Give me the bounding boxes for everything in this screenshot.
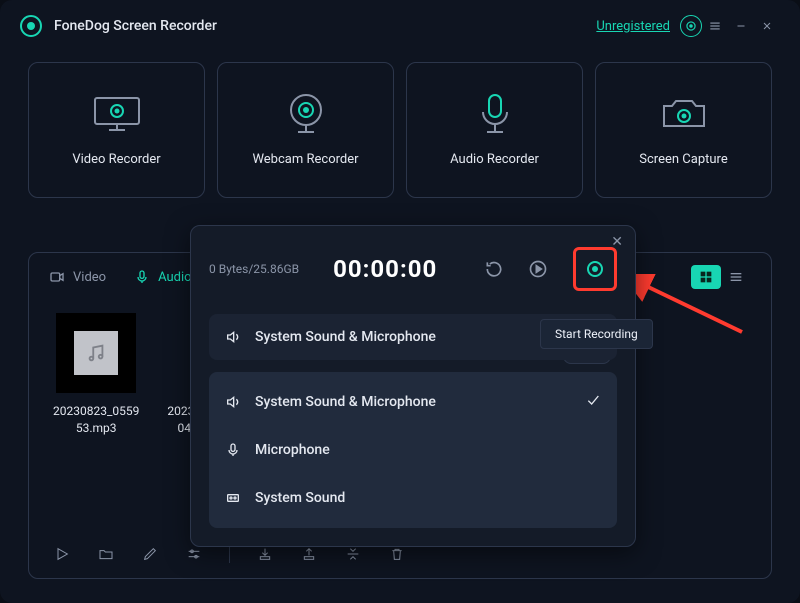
delete-button[interactable] xyxy=(388,545,406,563)
microphone-icon xyxy=(467,94,523,134)
play-circle-icon xyxy=(528,259,548,279)
option-label: System Sound & Microphone xyxy=(255,394,436,410)
recorder-cards: Video Recorder Webcam Recorder xyxy=(0,52,800,198)
tab-label: Video xyxy=(73,270,106,285)
app-window: FoneDog Screen Recorder Unregistered xyxy=(0,0,800,603)
screen-capture-card[interactable]: Screen Capture xyxy=(595,62,772,198)
webcam-icon xyxy=(278,94,334,134)
play-button[interactable] xyxy=(53,545,71,563)
file-thumbnail xyxy=(56,313,136,393)
settings-button[interactable] xyxy=(680,15,702,37)
title-bar: FoneDog Screen Recorder Unregistered xyxy=(0,0,800,52)
export-button[interactable] xyxy=(300,545,318,563)
option-label: Microphone xyxy=(255,442,330,458)
minimize-button[interactable] xyxy=(728,13,754,39)
microphone-icon xyxy=(134,269,150,285)
speaker-icon xyxy=(225,394,241,410)
timer-display: 00:00:00 xyxy=(333,255,437,283)
undo-button[interactable] xyxy=(481,256,507,282)
app-title: FoneDog Screen Recorder xyxy=(54,18,217,34)
menu-button[interactable] xyxy=(702,13,728,39)
card-label: Screen Capture xyxy=(639,152,727,167)
audio-tab[interactable]: Audio xyxy=(134,269,191,285)
record-icon xyxy=(587,261,603,277)
check-icon xyxy=(585,392,601,412)
option-system-sound[interactable]: System Sound xyxy=(209,474,617,522)
storage-text: 0 Bytes/25.86GB xyxy=(209,262,299,276)
card-label: Webcam Recorder xyxy=(252,152,358,167)
file-item[interactable]: 20230823_0559 53.mp3 xyxy=(53,313,139,437)
video-icon xyxy=(49,269,65,285)
option-system-and-mic[interactable]: System Sound & Microphone xyxy=(209,378,617,426)
folder-button[interactable] xyxy=(97,545,115,563)
undo-icon xyxy=(484,259,504,279)
edit-button[interactable] xyxy=(141,545,159,563)
sound-card-icon xyxy=(225,490,241,506)
music-note-icon xyxy=(74,331,118,375)
separator xyxy=(229,545,230,563)
card-label: Audio Recorder xyxy=(450,152,539,167)
close-button[interactable] xyxy=(754,13,780,39)
monitor-icon xyxy=(89,94,145,134)
tab-label: Audio xyxy=(158,270,191,285)
popup-status-row: 0 Bytes/25.86GB 00:00:00 xyxy=(191,226,635,296)
import-button[interactable] xyxy=(256,545,274,563)
speaker-icon xyxy=(225,329,241,345)
unregistered-link[interactable]: Unregistered xyxy=(596,19,670,34)
camera-icon xyxy=(656,94,712,134)
audio-recorder-card[interactable]: Audio Recorder xyxy=(406,62,583,198)
file-name: 20230823_0559 53.mp3 xyxy=(53,403,139,437)
dropdown-selected: System Sound & Microphone xyxy=(255,329,436,345)
adjust-button[interactable] xyxy=(185,545,203,563)
option-label: System Sound xyxy=(255,490,345,506)
compress-button[interactable] xyxy=(344,545,362,563)
card-label: Video Recorder xyxy=(72,152,160,167)
audio-source-menu: System Sound & Microphone Microphone Sys… xyxy=(209,372,617,528)
audio-recorder-popup: ✕ 0 Bytes/25.86GB 00:00:00 System Sound … xyxy=(190,225,636,547)
option-microphone[interactable]: Microphone xyxy=(209,426,617,474)
play-preview-button[interactable] xyxy=(525,256,551,282)
video-tab[interactable]: Video xyxy=(49,269,106,285)
video-recorder-card[interactable]: Video Recorder xyxy=(28,62,205,198)
webcam-recorder-card[interactable]: Webcam Recorder xyxy=(217,62,394,198)
microphone-icon xyxy=(225,442,241,458)
app-logo-icon xyxy=(20,15,42,37)
start-recording-tooltip: Start Recording xyxy=(540,319,653,349)
start-recording-button[interactable] xyxy=(573,247,617,291)
